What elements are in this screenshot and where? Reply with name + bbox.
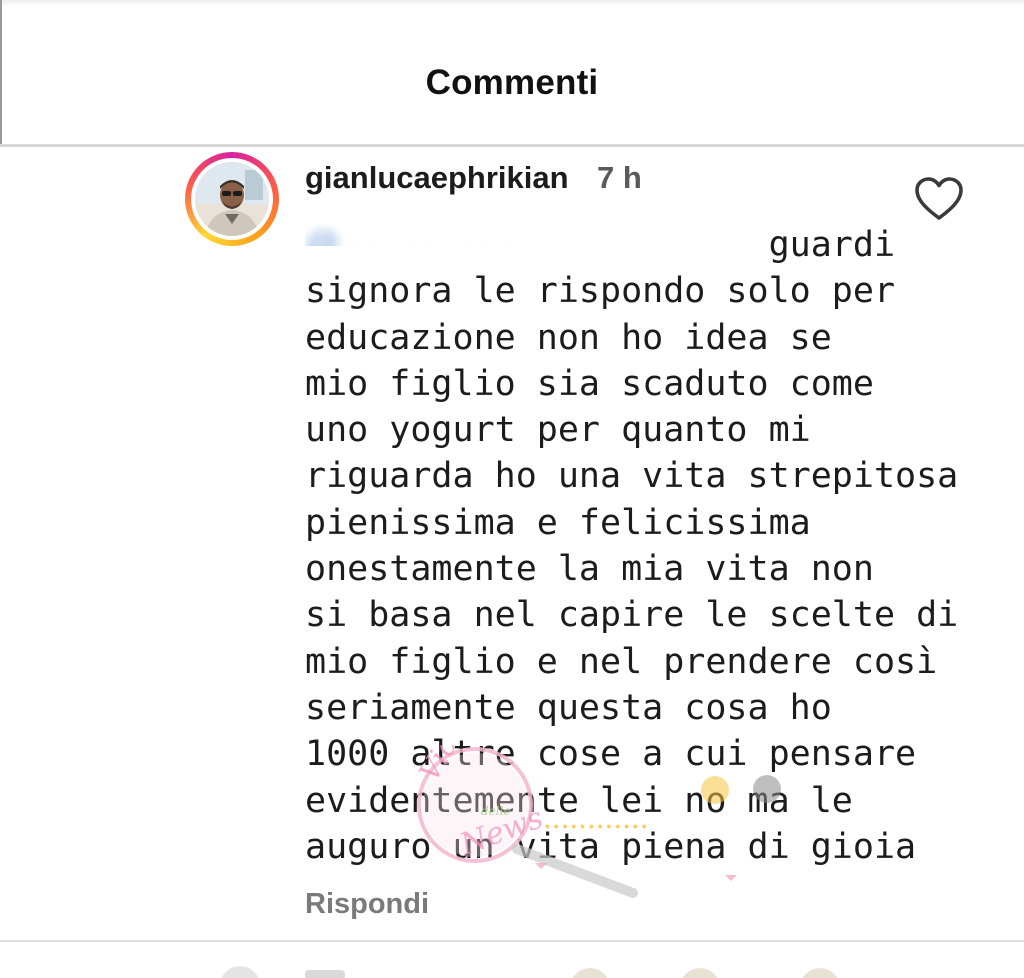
comment-line: educazione non ho idea se bbox=[305, 317, 832, 358]
comment-divider bbox=[0, 940, 1024, 942]
avatar-image bbox=[195, 162, 269, 236]
comment-username[interactable]: gianlucaephrikian bbox=[305, 160, 569, 196]
comment-line: guardi bbox=[305, 225, 896, 265]
comment-text: guardi signora le rispondo solo per educaz… bbox=[305, 222, 959, 870]
comment-line: riguarda ho una vita strepitosa bbox=[305, 456, 959, 497]
comment-timestamp: 7 h bbox=[597, 160, 642, 195]
comment-line: 1000 altre cose a cui pensare bbox=[305, 734, 917, 775]
heart-outline-icon bbox=[915, 177, 963, 220]
comments-screen: Commenti gianlucaephrikian 7 h @ . . . .… bbox=[0, 0, 1024, 978]
comment-line: onestamente la mia vita non bbox=[305, 549, 874, 590]
comment-line: uno yogurt per quanto mi bbox=[305, 410, 811, 451]
heart-icon[interactable] bbox=[913, 175, 965, 223]
header-divider bbox=[0, 144, 1024, 147]
comment-line: seriamente questa cosa ho bbox=[305, 687, 832, 728]
comment-line: auguro un vita piena di gioia bbox=[305, 826, 917, 867]
comment-line: signora le rispondo solo per bbox=[305, 271, 896, 312]
comment-line: mio figlio e nel prendere così bbox=[305, 641, 938, 682]
comments-header: Commenti bbox=[0, 0, 1024, 147]
avatar[interactable] bbox=[185, 152, 279, 246]
next-comment-peek bbox=[0, 962, 1024, 978]
comment-line: evidentemente lei no ma le bbox=[305, 780, 853, 821]
reply-button[interactable]: Rispondi bbox=[305, 888, 429, 921]
page-title: Commenti bbox=[425, 63, 599, 102]
comment-line: si basa nel capire le scelte di bbox=[305, 595, 959, 636]
comment-line: mio figlio sia scaduto come bbox=[305, 363, 874, 404]
avatar-photo bbox=[195, 162, 269, 236]
comment-line: pienissima e felicissima bbox=[305, 502, 811, 543]
